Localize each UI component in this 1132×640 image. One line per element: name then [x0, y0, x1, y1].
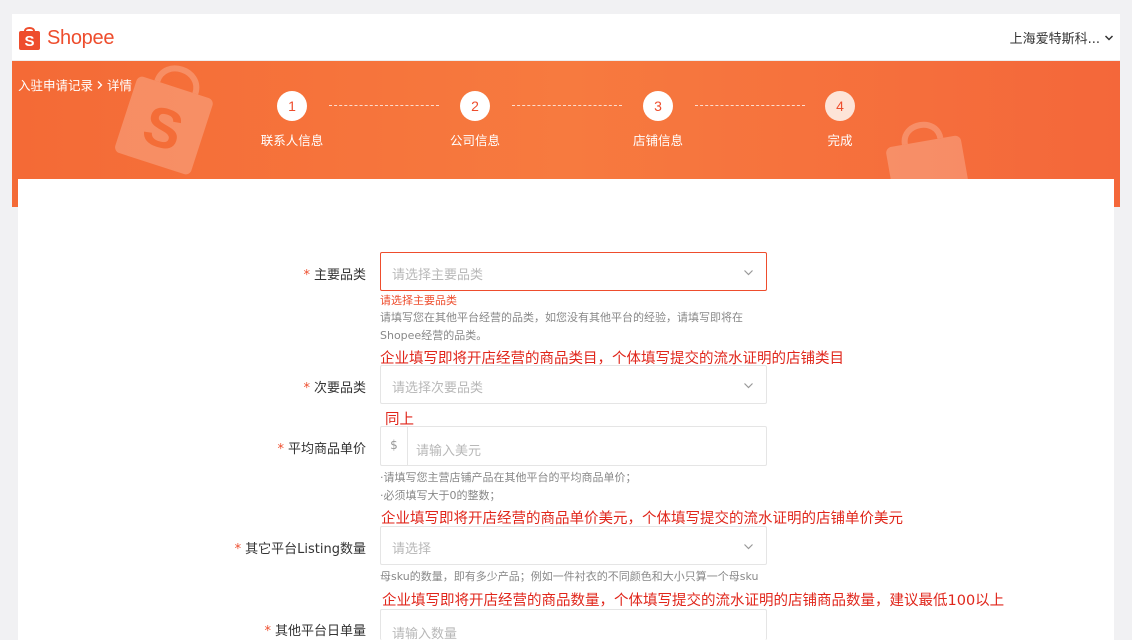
- chevron-down-icon: [744, 544, 753, 550]
- avg-price-placeholder: 请输入美元: [416, 444, 482, 459]
- required-mark: *: [277, 442, 284, 457]
- daily-orders-label: * 其他平台日单量: [264, 624, 366, 639]
- step-label: 店铺信息: [632, 133, 683, 148]
- breadcrumb-current: 详情: [107, 78, 133, 93]
- main-category-error: 请选择主要品类: [380, 294, 457, 307]
- svg-text:S: S: [24, 33, 34, 50]
- step-label: 完成: [827, 133, 853, 148]
- avg-price-input[interactable]: $ 请输入美元: [380, 426, 767, 466]
- shopee-logo[interactable]: S Shopee: [18, 22, 114, 54]
- step-label: 联系人信息: [260, 133, 324, 148]
- breadcrumb-parent-link[interactable]: 入驻申请记录: [18, 75, 93, 94]
- listing-count-select[interactable]: 请选择: [380, 526, 767, 565]
- daily-orders-input[interactable]: 请输入数量: [380, 609, 767, 640]
- step-number: 1: [277, 91, 307, 121]
- annotation-note: 企业填写即将开店经营的商品单价美元，个体填写提交的流水证明的店铺单价美元: [381, 511, 903, 527]
- required-mark: *: [303, 268, 310, 283]
- account-name: 上海爱特斯科...: [1009, 32, 1100, 47]
- main-category-label: * 主要品类: [303, 268, 366, 283]
- annotation-note: 企业填写即将开店经营的商品数量，个体填写提交的流水证明的店铺商品数量，建议最低1…: [382, 593, 1005, 609]
- daily-orders-placeholder: 请输入数量: [392, 627, 458, 640]
- step-number: 3: [643, 91, 673, 121]
- step-complete: 4 完成: [780, 91, 900, 149]
- step-store-info: 3 店铺信息: [598, 91, 718, 149]
- account-menu[interactable]: 上海爱特斯科...: [1010, 28, 1114, 47]
- main-category-placeholder: 请选择主要品类: [392, 268, 484, 283]
- required-mark: *: [303, 381, 310, 396]
- breadcrumb: 入驻申请记录 详情: [18, 75, 132, 94]
- step-contact-info: 1 联系人信息: [232, 91, 352, 149]
- top-bar: S Shopee 上海爱特斯科...: [12, 14, 1120, 61]
- logo-text: Shopee: [47, 26, 115, 49]
- secondary-category-placeholder: 请选择次要品类: [392, 381, 484, 396]
- step-company-info: 2 公司信息: [415, 91, 535, 149]
- main-category-select[interactable]: 请选择主要品类: [380, 252, 767, 291]
- secondary-category-select[interactable]: 请选择次要品类: [380, 365, 767, 404]
- step-label: 公司信息: [449, 133, 500, 148]
- chevron-down-icon: [744, 270, 753, 276]
- listing-count-hint: 母sku的数量，即有多少产品；例如一件衬衣的不同颜色和大小只算一个母sku: [380, 570, 759, 583]
- step-number: 2: [460, 91, 490, 121]
- listing-count-label: * 其它平台Listing数量: [234, 542, 366, 557]
- main-category-hint: 请填写您在其他平台经营的品类，如您没有其他平台的经验，请填写即将在 Shopee…: [380, 311, 743, 342]
- currency-prefix: $: [381, 427, 408, 465]
- secondary-category-label: * 次要品类: [303, 381, 366, 396]
- required-mark: *: [234, 542, 242, 557]
- listing-count-placeholder: 请选择: [392, 542, 432, 557]
- avg-price-label: * 平均商品单价: [277, 442, 366, 457]
- chevron-down-icon: [744, 383, 753, 389]
- required-mark: *: [264, 624, 271, 639]
- chevron-right-icon: [97, 80, 103, 89]
- step-number: 4: [825, 91, 855, 121]
- chevron-down-icon: [1104, 34, 1114, 41]
- shopee-bag-icon: S: [19, 27, 40, 50]
- avg-price-hint: ·请填写您主营店铺产品在其他平台的平均商品单价； ·必须填写大于0的整数；: [380, 471, 637, 502]
